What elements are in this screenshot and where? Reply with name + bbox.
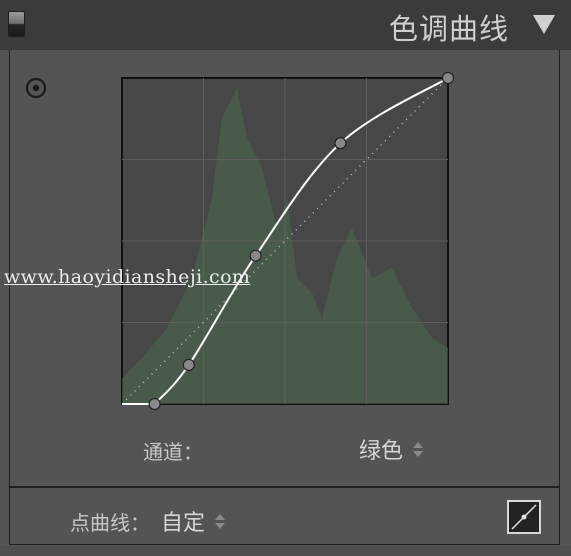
curve-control-point[interactable] <box>441 71 455 85</box>
curve-control-point[interactable] <box>182 358 195 371</box>
curve-control-point[interactable] <box>148 397 161 411</box>
channel-label: 通道： <box>143 440 203 464</box>
up-down-arrows-icon[interactable] <box>413 441 424 457</box>
point-curve-select[interactable]: 自定 <box>161 505 226 537</box>
panel-header[interactable]: 色调曲线 <box>0 0 571 50</box>
curve-control-point[interactable] <box>249 249 262 262</box>
target-adjust-icon[interactable] <box>25 77 47 99</box>
triangle-down-icon[interactable] <box>533 15 555 34</box>
panel-bottom-edge <box>0 546 571 556</box>
watermark-text: www.haoyidiansheji.com <box>4 266 251 288</box>
tone-curve-graph[interactable] <box>121 71 455 411</box>
channel-value[interactable]: 绿色 <box>359 433 403 465</box>
up-down-arrows-icon[interactable] <box>215 513 226 529</box>
point-curve-edit-icon[interactable] <box>507 500 541 534</box>
point-curve-value[interactable]: 自定 <box>161 505 205 537</box>
panel-toggle-icon[interactable] <box>8 11 25 37</box>
channel-select[interactable]: 绿色 <box>359 433 424 465</box>
panel-title[interactable]: 色调曲线 <box>389 6 509 48</box>
point-curve-label: 点曲线： <box>70 511 150 535</box>
curve-control-point[interactable] <box>334 137 347 150</box>
